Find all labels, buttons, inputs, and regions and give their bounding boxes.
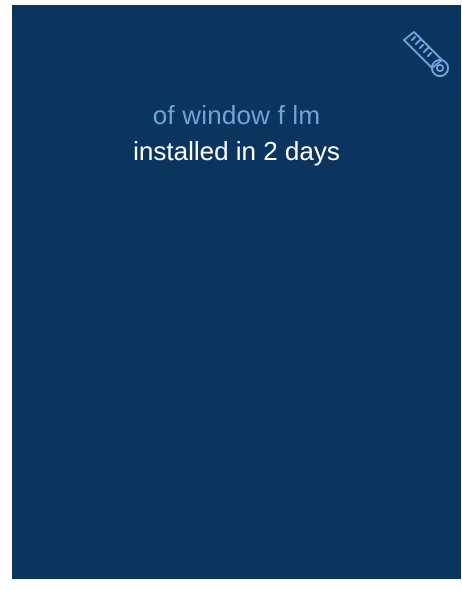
film-roll-ruler-icon [403, 31, 449, 77]
headline-line-2: installed in 2 days [133, 136, 340, 166]
headline-line-1: of window f lm [152, 100, 321, 130]
stat-card: of window f lm installed in 2 days [12, 5, 461, 579]
headline: of window f lm installed in 2 days [12, 100, 461, 166]
